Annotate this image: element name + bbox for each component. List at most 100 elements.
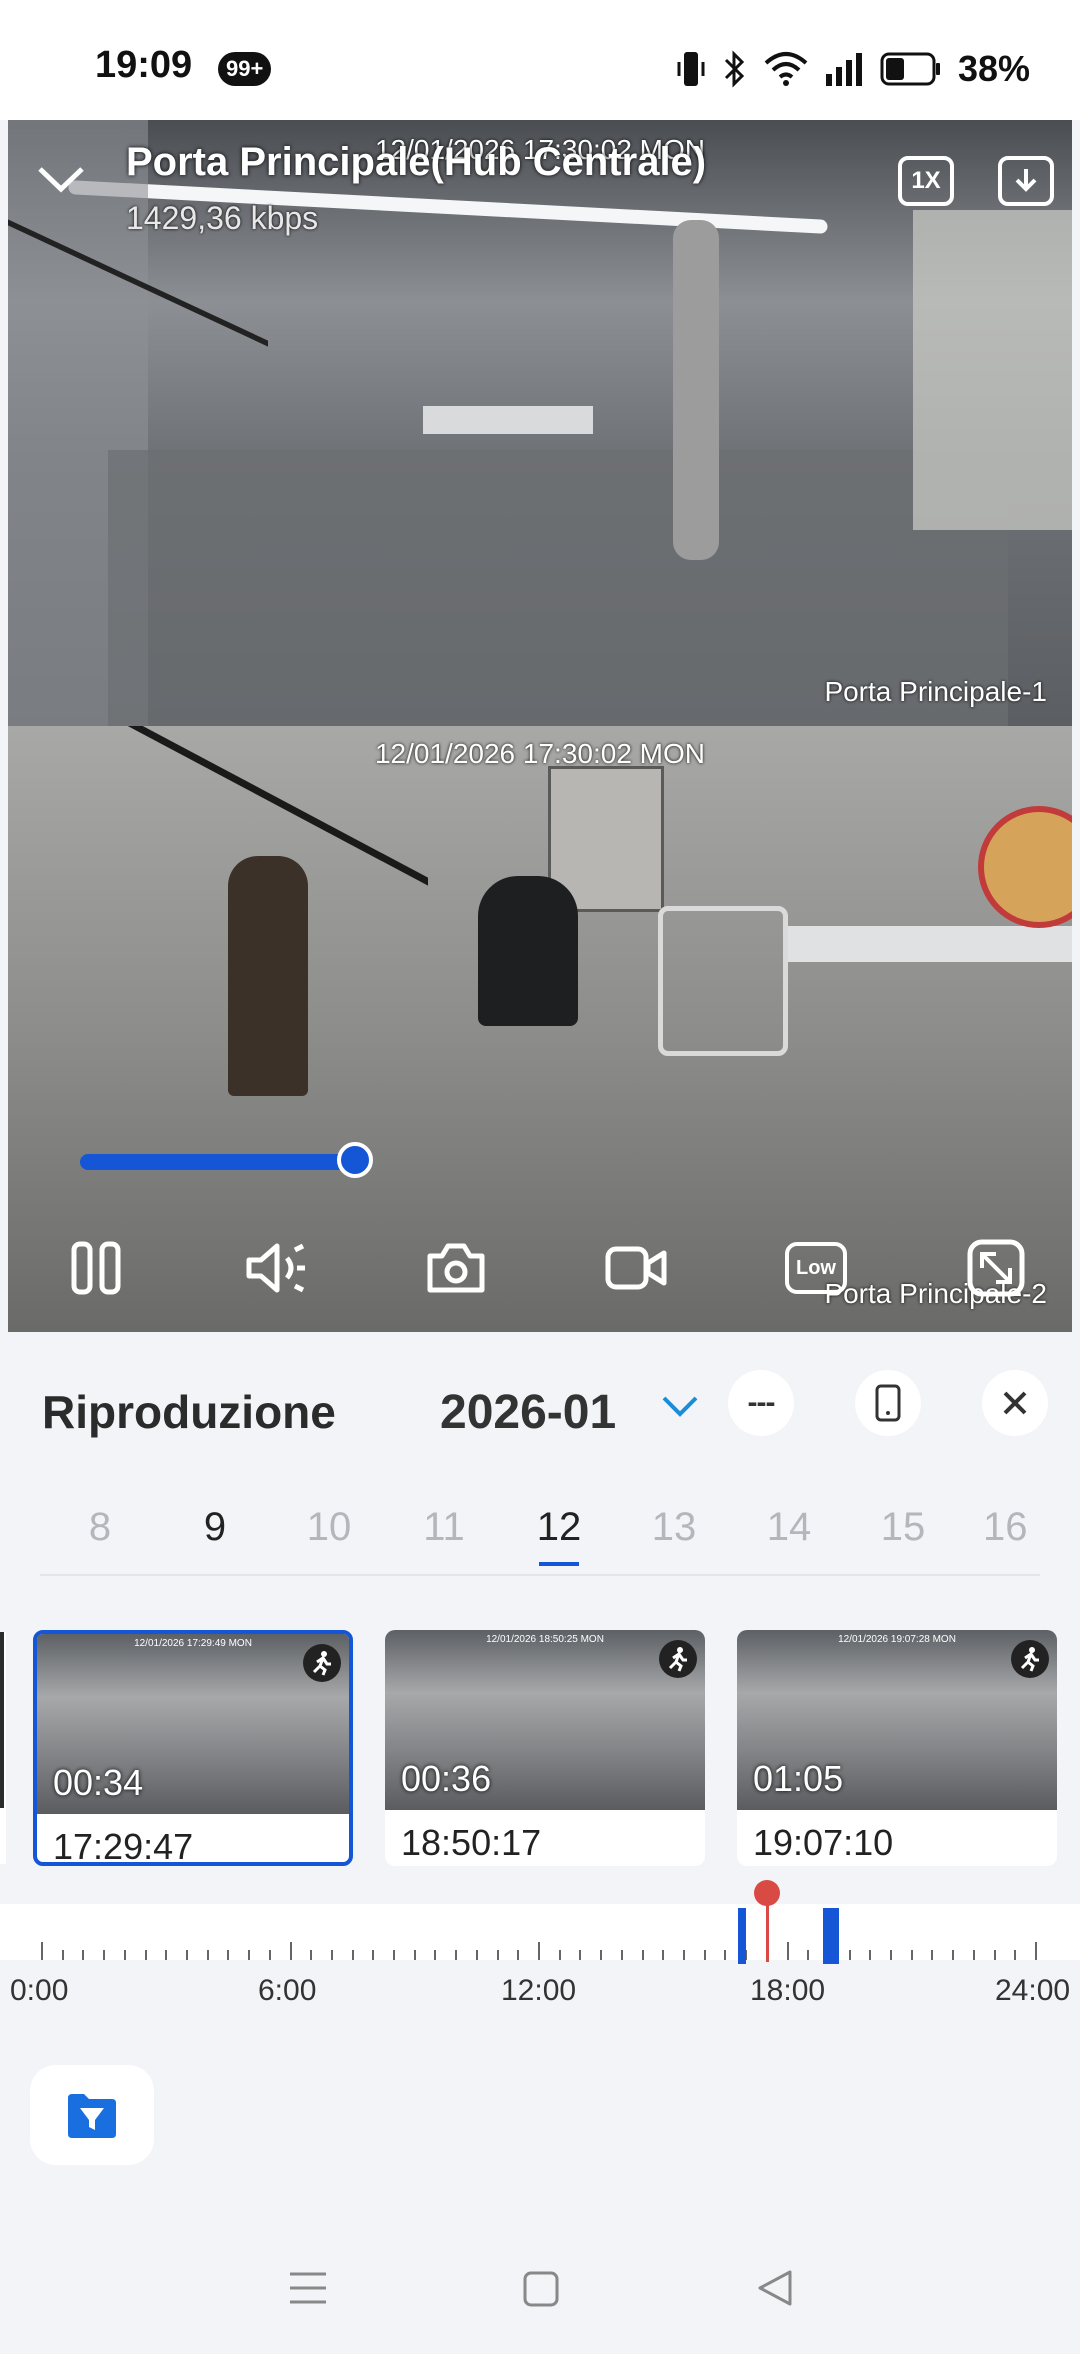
timeline-tick	[330, 1950, 333, 1960]
more-button[interactable]: ---	[728, 1370, 794, 1436]
fullscreen-button[interactable]	[956, 1228, 1036, 1308]
timeline-tick	[786, 1942, 789, 1960]
playback-progress-bar[interactable]	[80, 1154, 356, 1170]
menu-icon[interactable]	[288, 2270, 328, 2306]
clip-time: 18:50:17	[401, 1822, 542, 1863]
pause-icon	[71, 1241, 121, 1295]
divider	[40, 1574, 1040, 1576]
day-item[interactable]: 8	[65, 1505, 135, 1550]
scene-chairs	[658, 906, 788, 1056]
day-item[interactable]: 14	[754, 1505, 824, 1550]
motion-icon	[1011, 1640, 1049, 1678]
clip-card[interactable]: 12/01/2026 19:07:28 MON 01:05 19:07:10	[737, 1630, 1057, 1866]
chevron-down-icon[interactable]	[660, 1392, 700, 1420]
timeline-tick	[869, 1950, 872, 1960]
timeline-tick	[123, 1950, 126, 1960]
timeline-tick	[952, 1950, 955, 1960]
timeline-tick	[807, 1950, 810, 1960]
portrait-button[interactable]	[855, 1370, 921, 1436]
timeline-event-marker[interactable]	[831, 1908, 840, 1964]
timeline-tick	[82, 1950, 85, 1960]
day-item-selected[interactable]: 12	[524, 1505, 594, 1550]
timeline-tick	[496, 1950, 499, 1960]
clip-stamp: 12/01/2026 18:50:25 MON	[486, 1634, 604, 1645]
timeline-tick	[103, 1950, 106, 1960]
timeline-tick	[475, 1950, 478, 1960]
quality-badge: Low	[785, 1242, 847, 1294]
download-button[interactable]	[998, 156, 1054, 206]
timeline-tick	[393, 1950, 396, 1960]
collapse-button[interactable]	[36, 160, 86, 200]
clip-time: 19:07:10	[753, 1822, 894, 1863]
home-icon[interactable]	[522, 2270, 560, 2308]
mute-button[interactable]	[236, 1228, 316, 1308]
record-button[interactable]	[596, 1228, 676, 1308]
day-item[interactable]: 11	[409, 1505, 479, 1550]
timeline-tick	[41, 1942, 43, 1960]
clip-stamp: 12/01/2026 17:29:49 MON	[134, 1638, 252, 1649]
timeline-tick	[165, 1950, 168, 1960]
scene-stair-rail	[8, 726, 428, 1126]
timeline-tick	[641, 1950, 644, 1960]
battery-icon	[880, 52, 940, 86]
timeline-label: 24:00	[995, 1974, 1071, 2007]
timeline-label: 18:00	[750, 1974, 826, 2007]
timeline-tick	[455, 1950, 458, 1960]
timeline-tick	[206, 1950, 209, 1960]
timeline-tick	[890, 1950, 893, 1960]
close-button[interactable]	[982, 1370, 1048, 1436]
clip-time: 17:29:47	[53, 1826, 194, 1866]
timeline-cursor-handle[interactable]	[753, 1880, 780, 1906]
back-icon[interactable]	[756, 2268, 794, 2308]
video-camera-icon	[605, 1246, 667, 1290]
playback-title: Riproduzione	[42, 1386, 336, 1438]
camera-title: Porta Principale(Hub Centrale)	[126, 140, 707, 184]
timeline-tick	[579, 1950, 582, 1960]
video-player[interactable]: 12/01/2026 17:30:02 MON Porta Principale…	[8, 120, 1072, 1332]
pause-button[interactable]	[56, 1228, 136, 1308]
phone-icon	[875, 1384, 901, 1422]
download-icon	[1015, 169, 1037, 192]
timeline-tick	[682, 1950, 685, 1960]
timeline-tick	[1014, 1950, 1017, 1960]
clip-duration: 00:34	[53, 1762, 144, 1803]
day-item[interactable]: 15	[868, 1505, 938, 1550]
camera-feed-1[interactable]: 12/01/2026 17:30:02 MON Porta Principale…	[8, 120, 1072, 726]
snapshot-button[interactable]	[416, 1228, 496, 1308]
selected-day-underline	[539, 1562, 579, 1566]
timeline-event-marker[interactable]	[822, 1908, 831, 1964]
scene-window	[913, 210, 1072, 530]
timeline-tick	[289, 1942, 292, 1960]
day-item[interactable]: 10	[294, 1505, 364, 1550]
battery-percent: 38%	[957, 48, 1030, 89]
scene-person	[228, 856, 308, 1096]
clip-card[interactable]: 12/01/2026 18:50:25 MON 00:36 18:50:17	[385, 1630, 705, 1866]
clip-card[interactable]: 12/01/2026 17:29:49 MON 00:34 17:29:47	[33, 1630, 353, 1866]
quality-button[interactable]: Low	[776, 1228, 856, 1308]
timeline-tick	[724, 1950, 727, 1960]
timeline-tick	[268, 1950, 271, 1960]
timeline-cursor[interactable]	[765, 1898, 769, 1962]
timeline-tick	[372, 1950, 375, 1960]
vibrate-icon	[677, 52, 705, 86]
timeline-tick	[227, 1950, 230, 1960]
timeline-event-marker[interactable]	[737, 1908, 746, 1964]
speed-button[interactable]: 1X	[898, 156, 954, 206]
month-selector[interactable]: 2026-01	[440, 1385, 616, 1440]
timeline-label: 6:00	[258, 1974, 317, 2007]
filter-button[interactable]	[30, 2065, 154, 2165]
timeline[interactable]	[0, 1904, 1080, 1960]
day-item[interactable]: 16	[983, 1505, 1038, 1550]
timeline-tick	[351, 1950, 354, 1960]
scene-target	[978, 806, 1072, 928]
day-item[interactable]: 13	[639, 1505, 709, 1550]
camera-name: Porta Principale-1	[824, 676, 1047, 707]
camera-feed-2[interactable]: 12/01/2026 17:30:02 MON Porta Principale…	[8, 726, 1072, 1332]
motion-icon	[659, 1640, 697, 1678]
wifi-icon	[764, 52, 808, 86]
day-item[interactable]: 9	[180, 1505, 250, 1550]
bitrate-label: 1429,36 kbps	[126, 200, 319, 236]
timeline-tick	[61, 1950, 64, 1960]
status-icons: 38%	[676, 48, 1030, 90]
timeline-tick	[310, 1950, 313, 1960]
